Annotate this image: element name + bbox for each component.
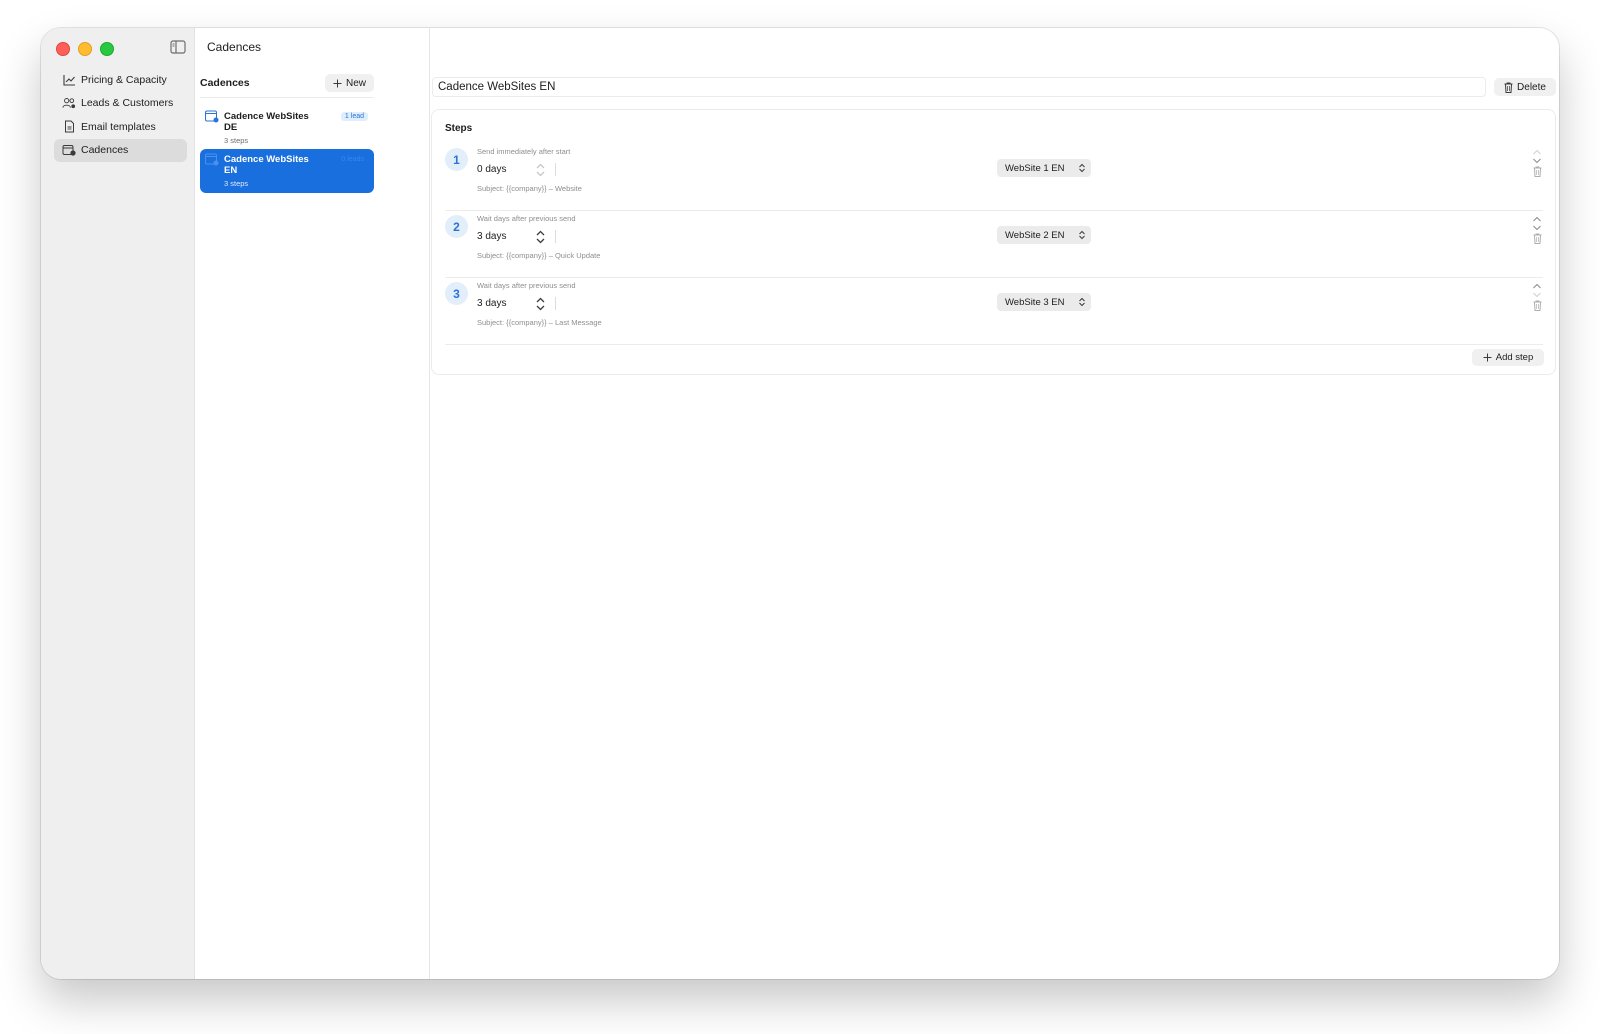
trash-icon — [1504, 82, 1513, 93]
cadence-step-count: 3 steps — [224, 136, 249, 145]
up-down-chevron-icon — [1079, 297, 1085, 307]
step-description: Wait days after previous send — [477, 214, 576, 223]
cadence-name-input[interactable]: Cadence WebSites EN — [432, 77, 1486, 97]
sidebar-item-pricing[interactable]: Pricing & Capacity — [54, 68, 187, 91]
plus-icon — [333, 79, 342, 87]
window-controls — [56, 42, 114, 56]
cadence-step-count: 3 steps — [224, 179, 249, 188]
delete-step-icon[interactable] — [1533, 300, 1542, 311]
cadence-icon — [205, 110, 219, 123]
chart-icon — [62, 73, 76, 87]
list-title: Cadences — [200, 77, 250, 89]
lead-count-badge: 0 leads — [341, 156, 364, 163]
cadence-name: Cadence WebSites DE — [224, 111, 309, 133]
step-subject: Subject: {{company}} – Quick Update — [477, 251, 601, 260]
up-down-chevron-icon — [1079, 230, 1085, 240]
lead-count-badge: 1 lead — [340, 112, 368, 121]
sidebar-item-label: Email templates — [81, 120, 156, 133]
steps-card: Steps 1 Send immediately after start 0 d… — [431, 109, 1556, 375]
up-down-chevron-icon — [1079, 163, 1085, 173]
people-icon — [62, 96, 76, 110]
calendar-clock-icon — [62, 143, 76, 157]
list-item[interactable]: Cadence WebSites DE 3 steps 1 lead — [200, 106, 374, 150]
list-header: Cadences New — [200, 74, 374, 92]
new-cadence-button[interactable]: New — [324, 74, 374, 92]
document-icon — [62, 120, 76, 134]
minimize-window-button[interactable] — [78, 42, 92, 56]
delete-cadence-button[interactable]: Delete — [1494, 78, 1556, 96]
template-select[interactable]: WebSite 3 EN — [997, 293, 1091, 311]
sidebar-item-leads[interactable]: Leads & Customers — [54, 92, 187, 115]
list-item-selected[interactable]: Cadence WebSites EN 3 steps 0 leads — [200, 149, 374, 193]
reorder-stepper-icon[interactable] — [1532, 215, 1542, 233]
plus-icon — [1483, 353, 1492, 362]
template-select-value: WebSite 3 EN — [1005, 296, 1065, 308]
divider — [200, 97, 374, 98]
step-number: 2 — [445, 215, 468, 238]
reorder-stepper-icon[interactable] — [1532, 148, 1542, 166]
steps-title: Steps — [445, 123, 473, 134]
sidebar-item-cadences[interactable]: Cadences — [54, 138, 187, 162]
divider — [555, 230, 556, 243]
sidebar-item-email-templates[interactable]: Email templates — [54, 115, 187, 138]
step-row: 3 Wait days after previous send 3 days S… — [445, 278, 1543, 345]
delete-step-icon[interactable] — [1533, 166, 1542, 177]
zoom-window-button[interactable] — [100, 42, 114, 56]
row-divider — [445, 344, 1543, 345]
step-row: 1 Send immediately after start 0 days Su… — [445, 144, 1543, 211]
cadence-list-pane: Cadences Cadences New Cadence WebSites D… — [195, 28, 430, 979]
sidebar-nav: Pricing & Capacity Leads & Customers Ema… — [54, 68, 187, 162]
divider — [555, 163, 556, 176]
reorder-stepper-icon[interactable] — [1532, 282, 1542, 300]
step-number: 3 — [445, 282, 468, 305]
add-step-button[interactable]: Add step — [1472, 349, 1544, 366]
app-window: Pricing & Capacity Leads & Customers Ema… — [41, 28, 1559, 979]
template-select-value: WebSite 1 EN — [1005, 162, 1065, 174]
step-description: Wait days after previous send — [477, 281, 576, 290]
sidebar-toggle-icon[interactable] — [170, 40, 186, 54]
cadence-detail: Cadence WebSites EN Delete Steps 1 Send … — [430, 28, 1559, 979]
template-select[interactable]: WebSite 2 EN — [997, 226, 1091, 244]
window-title: Cadences — [207, 40, 262, 54]
step-row: 2 Wait days after previous send 3 days S… — [445, 211, 1543, 278]
delete-button-label: Delete — [1517, 81, 1546, 93]
sidebar-item-label: Pricing & Capacity — [81, 73, 167, 86]
delete-step-icon[interactable] — [1533, 233, 1542, 244]
days-stepper[interactable] — [535, 228, 546, 246]
step-subject: Subject: {{company}} – Last Message — [477, 318, 602, 327]
divider — [555, 297, 556, 310]
sidebar-item-label: Leads & Customers — [81, 97, 174, 109]
cadence-icon — [205, 153, 219, 166]
template-select[interactable]: WebSite 1 EN — [997, 159, 1091, 177]
step-description: Send immediately after start — [477, 147, 571, 156]
days-stepper[interactable] — [535, 295, 546, 313]
sidebar: Pricing & Capacity Leads & Customers Ema… — [41, 28, 195, 979]
cadence-name: Cadence WebSites EN — [224, 154, 309, 176]
close-window-button[interactable] — [56, 42, 70, 56]
days-stepper[interactable] — [535, 161, 546, 179]
add-step-label: Add step — [1495, 352, 1534, 363]
step-subject: Subject: {{company}} – Website — [477, 184, 582, 193]
new-button-label: New — [345, 77, 366, 89]
step-number: 1 — [445, 148, 468, 171]
sidebar-item-label: Cadences — [81, 144, 129, 156]
template-select-value: WebSite 2 EN — [1005, 229, 1065, 241]
